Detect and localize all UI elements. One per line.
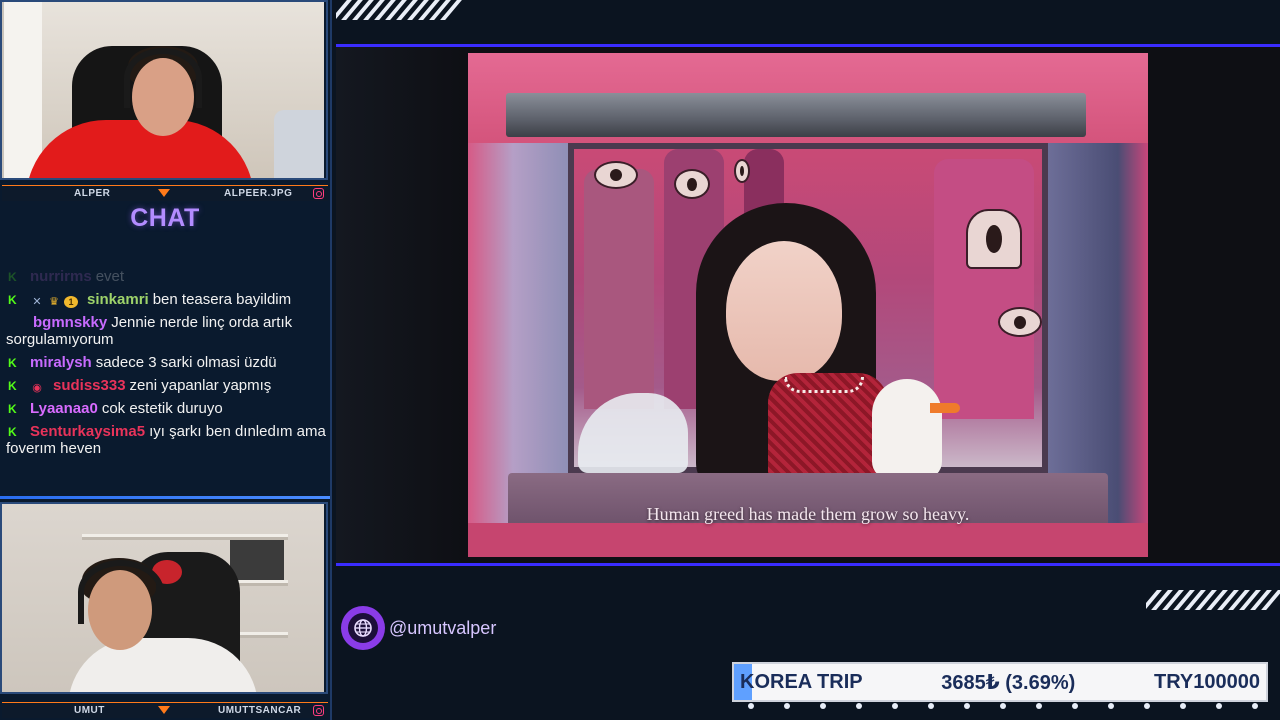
headphones	[78, 560, 164, 624]
sub-badge-icon: 1	[64, 296, 78, 308]
background-object	[274, 110, 324, 178]
kick-badge-icon: K	[8, 402, 17, 416]
crown-icon: ♛	[49, 296, 59, 308]
kick-badge-icon: K	[8, 293, 17, 307]
window-beam	[506, 93, 1086, 137]
social-handle-text: @umutvalper	[389, 617, 497, 638]
eye-motif	[734, 159, 750, 183]
goose-beak	[930, 403, 960, 413]
globe-icon	[341, 606, 385, 650]
eye-motif	[594, 161, 638, 189]
chat-text: evet	[95, 268, 125, 285]
chat-message: K Lyaanaa0 cok estetik duruyo	[2, 400, 326, 417]
decorative-stripes-top	[336, 0, 466, 20]
chat-username[interactable]: nurrirms	[30, 268, 92, 285]
house	[934, 159, 1034, 419]
eye-motif	[998, 307, 1042, 337]
webcam-bottom-name: UMUT	[74, 705, 105, 716]
girl-face	[726, 241, 842, 381]
left-column: ALPER ALPEER.JPG CHAT Knurrirms evet K ✕ ♛ 1…	[0, 0, 332, 720]
house	[584, 169, 654, 409]
chat-text: cok estetik duruyo	[101, 400, 223, 417]
chat-message: K ◉ sudiss333 zeni yapanlar yapmış	[2, 377, 326, 394]
webcam-bottom-nameplate: UMUT UMUTTSANCAR	[2, 702, 328, 718]
goose-figure	[872, 379, 942, 479]
chat-text: zeni yapanlar yapmış	[129, 377, 272, 394]
headphones	[124, 48, 202, 108]
goal-target: TRY100000	[1153, 670, 1260, 693]
chevron-down-icon	[158, 189, 170, 197]
chat-message: Kmiralysh sadece 3 sarki olmasi üzdü	[2, 354, 326, 371]
chat-message: K ✕ ♛ 1 sinkamri ben teasera bayildim	[2, 291, 326, 308]
chat-username[interactable]: Lyaanaa0	[30, 400, 98, 417]
kick-badge-icon: K	[8, 270, 17, 284]
kick-badge-icon: K	[8, 356, 17, 370]
video-player[interactable]: Human greed has made them grow so heavy.	[468, 53, 1148, 557]
poster	[230, 540, 284, 580]
webcam-top-handle: ALPEER.JPG	[224, 188, 293, 199]
eye-motif	[674, 169, 710, 199]
decorative-stripes-right	[1146, 590, 1280, 610]
chat-divider	[0, 496, 330, 499]
shield-icon: ◉	[32, 382, 42, 394]
webcam-top-name: ALPER	[74, 188, 111, 199]
chat-text: ben teasera bayildim	[152, 291, 292, 308]
goal-label: KOREA TRIP	[740, 670, 863, 693]
chat-message: bgmnskky Jennie nerde linç orda artık sor…	[2, 314, 326, 348]
social-handle-badge: @umutvalper	[341, 605, 496, 651]
door	[2, 2, 42, 178]
dress-collar	[784, 377, 864, 393]
instagram-icon	[313, 188, 324, 199]
instagram-icon	[313, 705, 324, 716]
webcam-top-nameplate: ALPER ALPEER.JPG	[2, 185, 328, 201]
chat-text: sadece 3 sarki olmasi üzdü	[95, 354, 277, 371]
goal-progress: 3685₺ (3.69%)	[941, 671, 1076, 694]
chat-username[interactable]: sudiss333	[53, 377, 126, 394]
kick-badge-icon: K	[8, 379, 17, 393]
sword-icon: ✕	[32, 296, 42, 308]
chat-message: Knurrirms evet	[2, 268, 326, 285]
chat-username[interactable]: sinkamri	[87, 291, 149, 308]
chat-title: CHAT	[130, 204, 200, 232]
webcam-bottom-handle: UMUTTSANCAR	[218, 705, 302, 716]
chevron-down-icon	[158, 706, 170, 714]
chat-username[interactable]: Senturkaysima5	[30, 423, 145, 440]
video-subtitle: Human greed has made them grow so heavy.	[646, 504, 970, 524]
webcam-top	[2, 2, 324, 178]
ticker-dots	[732, 703, 1268, 717]
webcam-bottom	[2, 504, 324, 692]
donation-goal-ticker: KOREA TRIP 3685₺ (3.69%) TRY100000	[732, 662, 1268, 702]
eye-motif	[966, 209, 1022, 269]
chat-username[interactable]: bgmnskky	[33, 314, 107, 331]
painting-bottom	[468, 523, 1148, 557]
chat-messages: Knurrirms evet K ✕ ♛ 1 sinkamri ben teasera ba…	[2, 268, 326, 494]
kick-badge-icon: K	[8, 425, 17, 439]
chat-message: K Senturkaysima5 ıyı şarkı ben dınledım am…	[2, 423, 326, 457]
chat-username[interactable]: miralysh	[30, 354, 92, 371]
